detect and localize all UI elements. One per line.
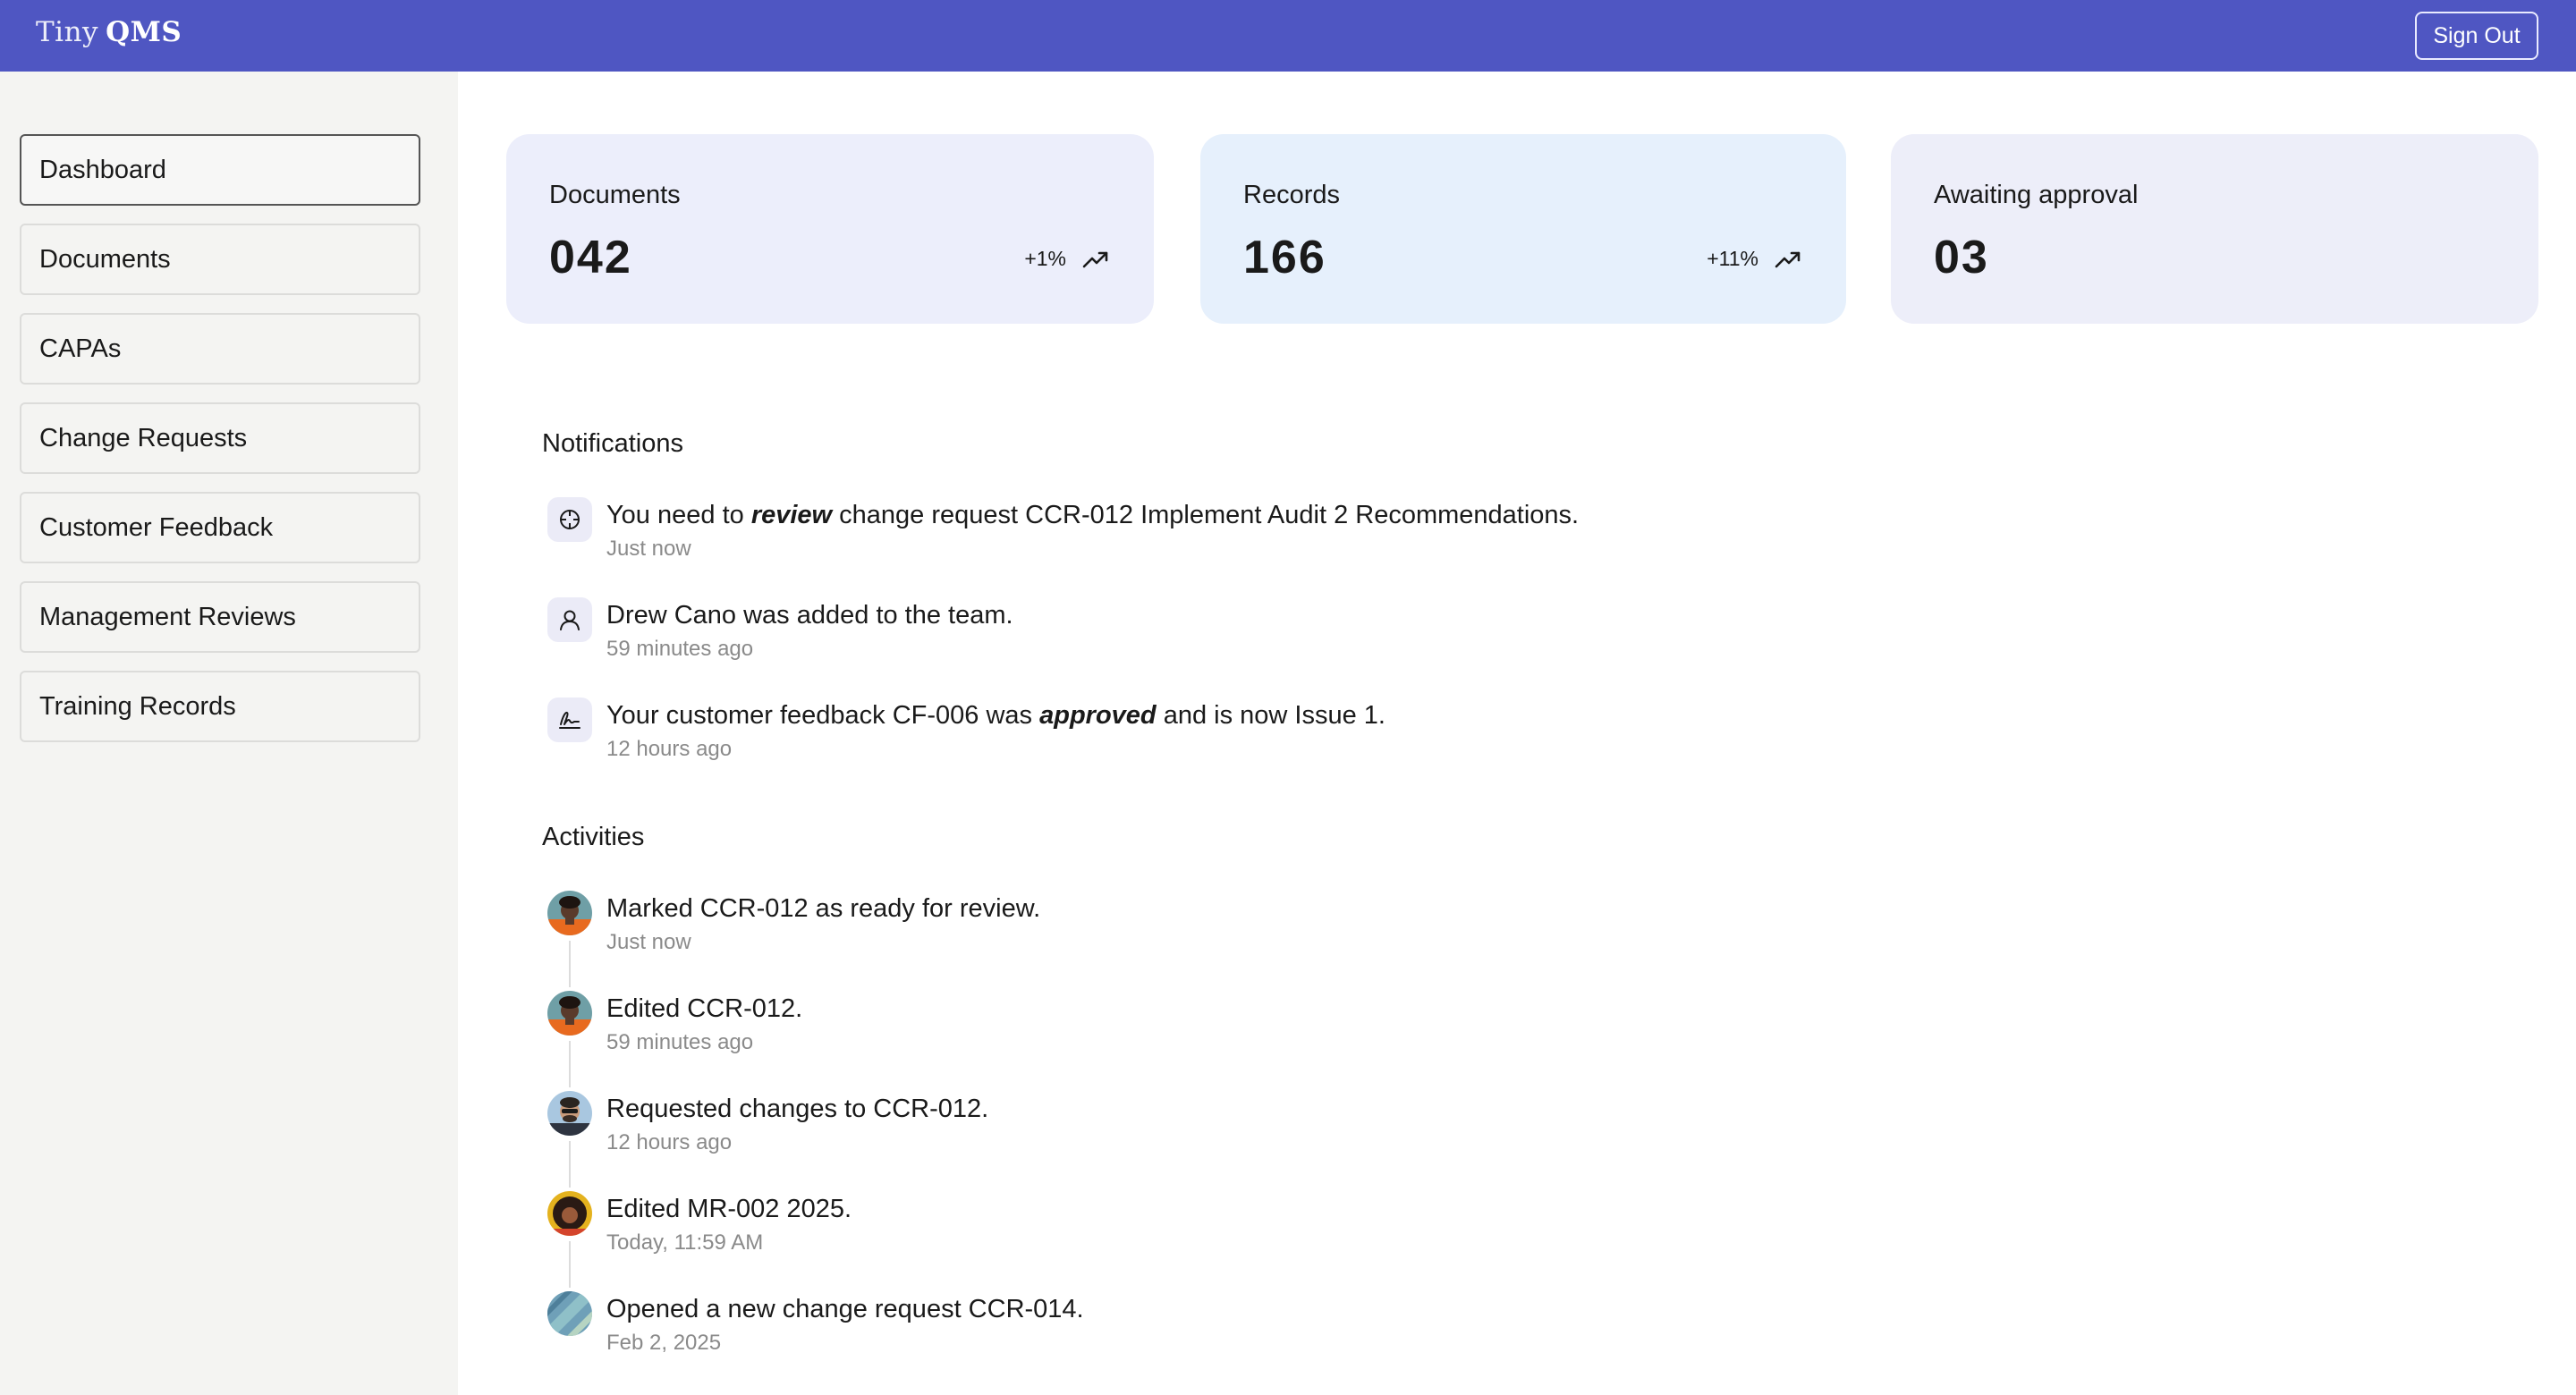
notification-emphasis: review — [750, 501, 833, 529]
activity-time: Feb 2, 2025 — [606, 1331, 722, 1355]
sidebar-item-customer-feedback[interactable]: Customer Feedback — [20, 492, 420, 563]
notification-time: Just now — [606, 537, 691, 561]
activity-text: Opened a new change request CCR-014. — [606, 1295, 1084, 1323]
sidebar-item-change-requests[interactable]: Change Requests — [20, 402, 420, 474]
activity-time: Today, 11:59 AM — [606, 1230, 764, 1255]
timeline-connector — [569, 941, 571, 987]
sidebar-item-dashboard[interactable]: Dashboard — [20, 134, 420, 206]
stat-card-title: Records — [1243, 181, 1340, 209]
sidebar-item-capas[interactable]: CAPAs — [20, 313, 420, 385]
activity-time: 12 hours ago — [606, 1130, 733, 1154]
stat-card-trend: +11% — [1707, 247, 1801, 271]
notifications-heading: Notifications — [542, 429, 683, 458]
logo-text-bold: QMS — [106, 16, 182, 48]
stat-card-trend: +1% — [1024, 247, 1109, 271]
trending-up-icon — [1775, 251, 1801, 267]
stat-card-title: Awaiting approval — [1934, 181, 2139, 209]
activity-text: Edited CCR-012. — [606, 994, 803, 1023]
stat-card-documents[interactable]: Documents 042 +1% — [506, 134, 1154, 324]
notification-item[interactable]: You need to review change request CCR-01… — [547, 497, 2157, 578]
sign-out-button[interactable]: Sign Out — [2415, 12, 2538, 60]
user-icon — [560, 610, 580, 630]
activity-item[interactable]: Edited MR-002 2025. Today, 11:59 AM — [547, 1191, 2157, 1288]
notification-icon-badge — [547, 497, 592, 542]
avatar[interactable] — [547, 1291, 592, 1336]
sidebar-item-documents[interactable]: Documents — [20, 224, 420, 295]
activity-item[interactable]: Opened a new change request CCR-014. Feb… — [547, 1291, 2157, 1372]
sidebar: Dashboard Documents CAPAs Change Request… — [0, 72, 458, 1395]
stat-card-awaiting-approval[interactable]: Awaiting approval 03 — [1891, 134, 2538, 324]
crosshair-icon — [560, 510, 580, 529]
activity-item[interactable]: Requested changes to CCR-012. 12 hours a… — [547, 1091, 2157, 1188]
stat-card-value: 042 — [549, 232, 632, 283]
avatar[interactable] — [547, 991, 592, 1036]
signature-icon — [559, 711, 580, 729]
avatar[interactable] — [547, 1091, 592, 1136]
stat-card-records[interactable]: Records 166 +11% — [1200, 134, 1846, 324]
trending-up-icon — [1082, 251, 1108, 267]
top-bar: Tiny QMS Sign Out — [0, 0, 2576, 72]
notification-text: Your customer feedback CF-006 was approv… — [606, 701, 1385, 730]
timeline-connector — [569, 1041, 571, 1087]
activity-item[interactable]: Edited CCR-012. 59 minutes ago — [547, 991, 2157, 1087]
sidebar-item-management-reviews[interactable]: Management Reviews — [20, 581, 420, 653]
activity-text: Requested changes to CCR-012. — [606, 1095, 989, 1123]
notification-icon-badge — [547, 698, 592, 742]
avatar[interactable] — [547, 891, 592, 935]
trend-percentage: +11% — [1707, 247, 1758, 270]
activity-time: 59 minutes ago — [606, 1030, 754, 1054]
stat-card-title: Documents — [549, 181, 681, 209]
activity-item[interactable]: Marked CCR-012 as ready for review. Just… — [547, 891, 2157, 987]
notification-emphasis: approved — [1039, 701, 1157, 730]
app-logo[interactable]: Tiny QMS — [36, 16, 182, 48]
stat-card-value: 03 — [1934, 232, 1989, 283]
stat-card-value: 166 — [1243, 232, 1326, 283]
activity-text: Marked CCR-012 as ready for review. — [606, 894, 1041, 923]
trend-percentage: +1% — [1024, 247, 1066, 270]
sidebar-item-training-records[interactable]: Training Records — [20, 671, 420, 742]
avatar[interactable] — [547, 1191, 592, 1236]
notification-icon-badge — [547, 597, 592, 642]
logo-text-light: Tiny — [36, 16, 99, 48]
timeline-connector — [569, 1141, 571, 1188]
notification-text: You need to review change request CCR-01… — [606, 501, 1580, 529]
notification-time: 59 minutes ago — [606, 637, 754, 661]
notification-item[interactable]: Your customer feedback CF-006 was approv… — [547, 698, 2157, 778]
notification-item[interactable]: Drew Cano was added to the team. 59 minu… — [547, 597, 2157, 678]
timeline-connector — [569, 1241, 571, 1288]
notification-time: 12 hours ago — [606, 737, 733, 761]
notification-text: Drew Cano was added to the team. — [606, 601, 1013, 630]
activity-text: Edited MR-002 2025. — [606, 1195, 852, 1223]
activities-heading: Activities — [542, 823, 645, 851]
activity-time: Just now — [606, 930, 691, 954]
